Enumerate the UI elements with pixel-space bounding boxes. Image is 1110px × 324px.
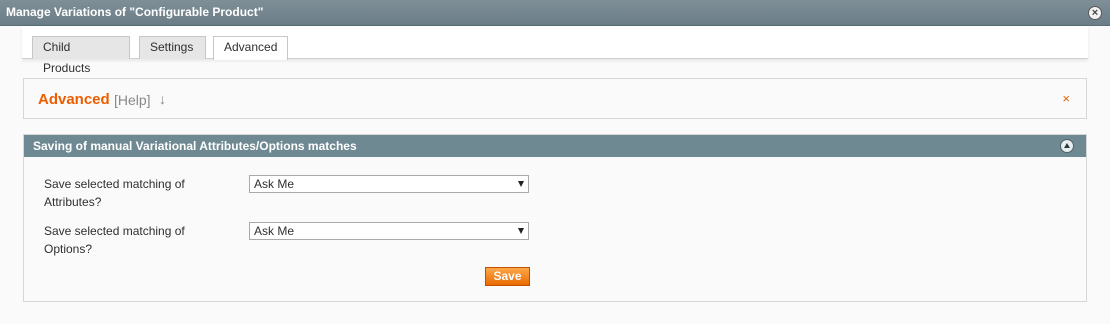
close-panel-icon[interactable]: × [1062, 91, 1070, 106]
save-button[interactable]: Save [485, 267, 530, 286]
collapse-icon[interactable] [1060, 139, 1074, 153]
window-title: Manage Variations of "Configurable Produ… [6, 5, 264, 19]
help-link[interactable]: [Help] [114, 92, 151, 108]
attributes-label: Save selected matching of Attributes? [44, 177, 185, 209]
dropdown-arrow-icon [518, 181, 524, 187]
tab-advanced[interactable]: Advanced [213, 36, 288, 60]
tab-settings[interactable]: Settings [139, 36, 206, 59]
attributes-select[interactable]: Ask Me [249, 175, 529, 193]
advanced-heading: Advanced [38, 91, 110, 108]
attributes-select-value: Ask Me [254, 177, 295, 191]
tab-bar: Child Products Settings Advanced [22, 26, 1088, 75]
options-select-value: Ask Me [254, 224, 295, 238]
fieldset-title: Saving of manual Variational Attributes/… [33, 139, 357, 153]
options-select[interactable]: Ask Me [249, 222, 529, 240]
window-titlebar: Manage Variations of "Configurable Produ… [0, 0, 1110, 26]
close-window-icon[interactable]: × [1088, 6, 1102, 20]
dropdown-arrow-icon [518, 228, 524, 234]
matches-fieldset: Saving of manual Variational Attributes/… [23, 134, 1087, 302]
fieldset-header: Saving of manual Variational Attributes/… [24, 135, 1086, 157]
options-label: Save selected matching of Options? [44, 224, 185, 256]
advanced-panel: Advanced [Help] ↓ × [23, 78, 1087, 119]
tab-child-products[interactable]: Child Products [32, 36, 130, 75]
help-arrow-icon[interactable]: ↓ [159, 91, 166, 107]
